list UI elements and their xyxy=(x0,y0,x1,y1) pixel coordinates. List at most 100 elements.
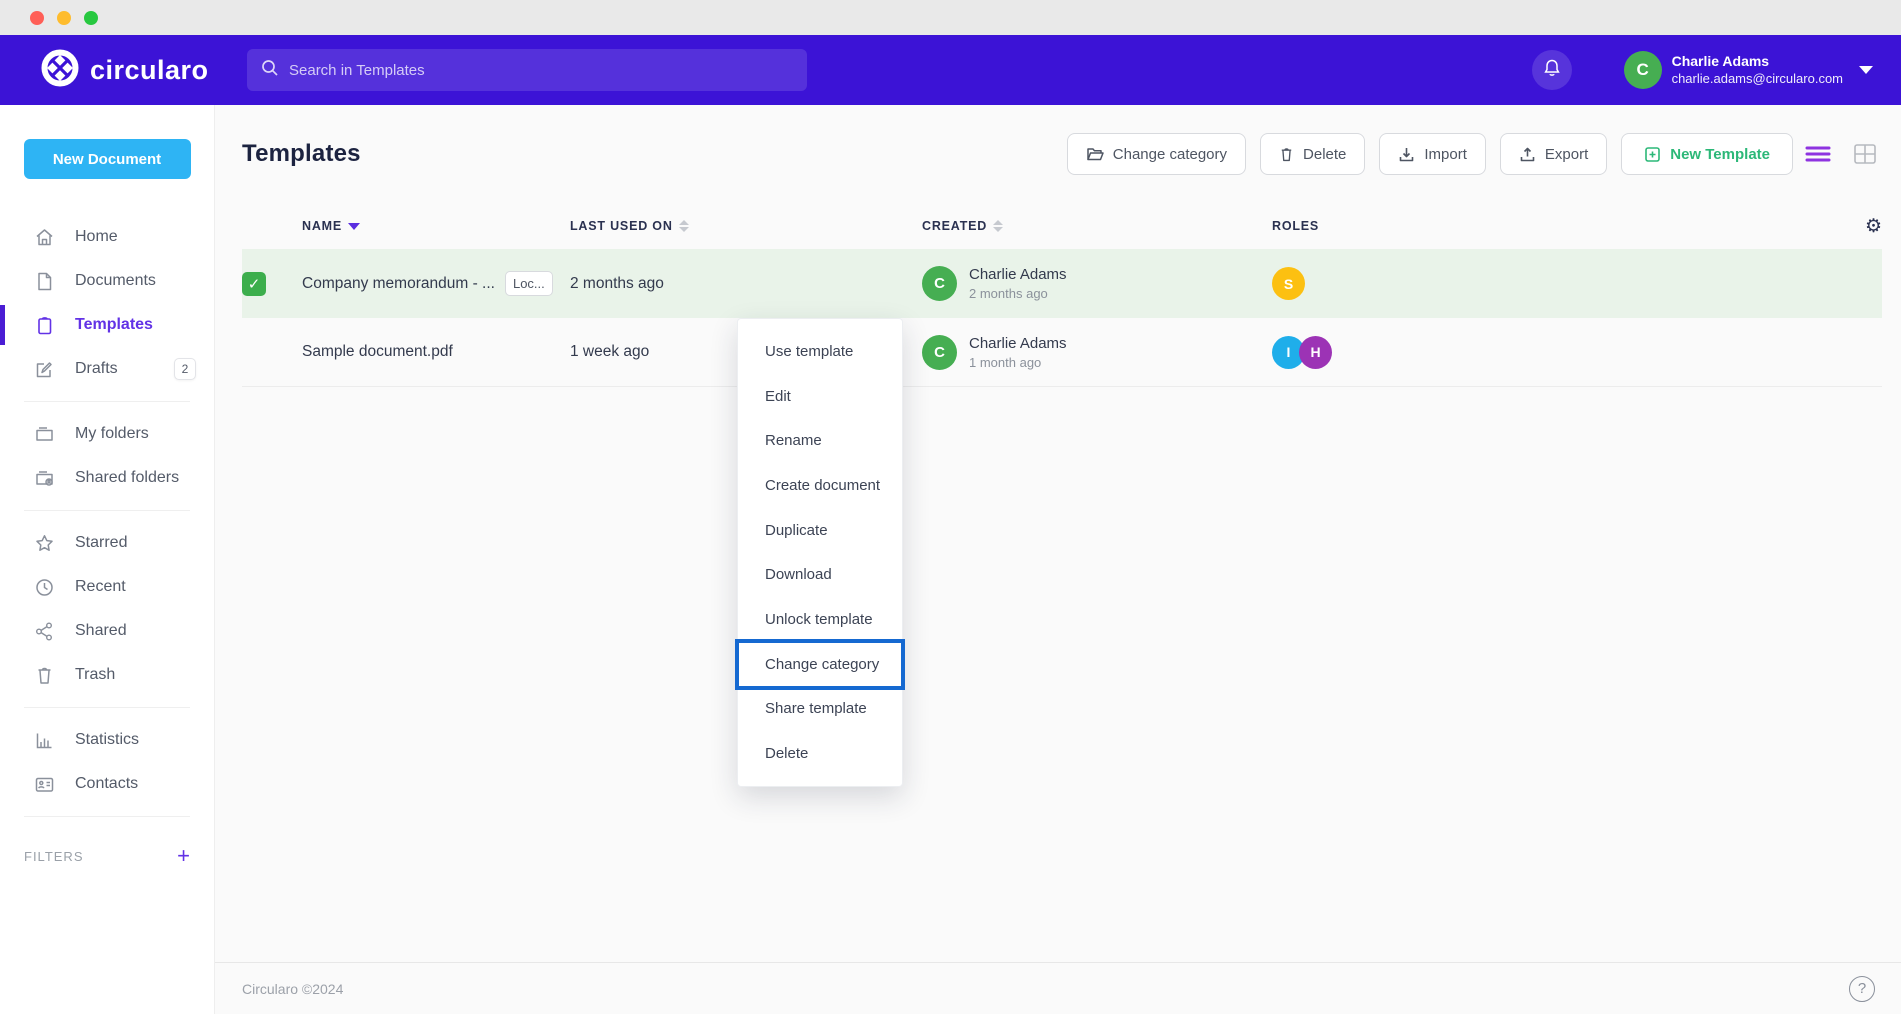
grid-view-icon[interactable] xyxy=(1853,143,1877,165)
context-menu-item-download[interactable]: Download xyxy=(738,552,902,597)
import-icon xyxy=(1398,146,1415,163)
maximize-window-button[interactable] xyxy=(84,11,98,25)
search-icon xyxy=(261,59,279,82)
sidebar-item-statistics[interactable]: Statistics xyxy=(0,718,214,762)
locked-badge: Loc... xyxy=(505,271,553,296)
sidebar-item-starred[interactable]: Starred xyxy=(0,521,214,565)
context-menu-item-rename[interactable]: Rename xyxy=(738,418,902,463)
sidebar-divider xyxy=(24,707,190,708)
column-header-roles: ROLES xyxy=(1272,219,1842,233)
gear-icon[interactable]: ⚙︎ xyxy=(1865,215,1882,238)
copyright-text: Circularo ©2024 xyxy=(242,981,343,997)
user-name: Charlie Adams xyxy=(1672,53,1843,71)
sidebar-item-documents[interactable]: Documents xyxy=(0,259,214,303)
created-cell: C Charlie Adams 1 month ago xyxy=(922,335,1272,370)
sidebar-item-drafts[interactable]: Drafts 2 xyxy=(0,347,214,391)
user-avatar: C xyxy=(1624,51,1662,89)
context-menu-item-use-template[interactable]: Use template xyxy=(738,329,902,374)
logo-wordmark: circularo xyxy=(90,55,209,86)
sort-desc-icon xyxy=(348,223,360,230)
name-cell: Sample document.pdf xyxy=(302,343,570,361)
column-header-last-used[interactable]: LAST USED ON xyxy=(570,219,922,233)
context-menu-item-change-category[interactable]: Change category xyxy=(738,642,902,687)
sidebar-item-label: Starred xyxy=(75,534,127,552)
sidebar-item-label: Templates xyxy=(75,316,153,334)
close-window-button[interactable] xyxy=(30,11,44,25)
circularo-logo-icon xyxy=(40,48,80,93)
sidebar-item-contacts[interactable]: Contacts xyxy=(0,762,214,806)
context-menu-item-duplicate[interactable]: Duplicate xyxy=(738,508,902,553)
template-name: Sample document.pdf xyxy=(302,343,453,361)
change-category-button[interactable]: Change category xyxy=(1067,133,1246,175)
role-avatar[interactable]: H xyxy=(1299,336,1332,369)
sidebar-item-label: Drafts xyxy=(75,360,118,378)
minimize-window-button[interactable] xyxy=(57,11,71,25)
starred-icon xyxy=(33,532,55,554)
new-template-button[interactable]: New Template xyxy=(1621,133,1793,175)
search-box[interactable] xyxy=(247,49,807,91)
context-menu-item-create-document[interactable]: Create document xyxy=(738,463,902,508)
column-label: CREATED xyxy=(922,219,987,233)
trash-icon xyxy=(1279,146,1294,163)
change-category-label: Change category xyxy=(1113,146,1227,163)
table-settings: ⚙︎ xyxy=(1842,215,1882,238)
table-row[interactable]: Sample document.pdf 1 week ago C Charlie… xyxy=(242,318,1882,387)
header-right: C Charlie Adams charlie.adams@circularo.… xyxy=(1532,50,1873,90)
macos-titlebar xyxy=(0,0,1901,35)
add-filter-button[interactable]: + xyxy=(177,845,190,867)
delete-label: Delete xyxy=(1303,146,1346,163)
notifications-button[interactable] xyxy=(1532,50,1572,90)
context-menu-item-delete[interactable]: Delete xyxy=(738,731,902,776)
user-email: charlie.adams@circularo.com xyxy=(1672,71,1843,87)
roles-cell: S xyxy=(1272,267,1842,300)
templates-table: NAME LAST USED ON CREATED ROLES xyxy=(242,203,1882,387)
filters-row: FILTERS + xyxy=(0,827,214,867)
help-button[interactable]: ? xyxy=(1849,976,1875,1002)
export-button[interactable]: Export xyxy=(1500,133,1607,175)
column-header-name[interactable]: NAME xyxy=(302,219,570,233)
template-name: Company memorandum - ... xyxy=(302,275,495,293)
sidebar-divider xyxy=(24,816,190,817)
sidebar-item-shared-folders[interactable]: Shared folders xyxy=(0,456,214,500)
context-menu-item-share-template[interactable]: Share template xyxy=(738,687,902,732)
sidebar-item-recent[interactable]: Recent xyxy=(0,565,214,609)
search-input[interactable] xyxy=(289,62,793,79)
last-used-value: 1 week ago xyxy=(570,343,649,360)
column-label: NAME xyxy=(302,219,342,233)
user-menu[interactable]: C Charlie Adams charlie.adams@circularo.… xyxy=(1624,51,1873,89)
column-label: ROLES xyxy=(1272,219,1319,233)
delete-button[interactable]: Delete xyxy=(1260,133,1365,175)
bell-icon xyxy=(1542,58,1562,83)
context-menu-item-unlock-template[interactable]: Unlock template xyxy=(738,597,902,642)
home-icon xyxy=(33,226,55,248)
circularo-logo[interactable]: circularo xyxy=(40,48,215,93)
drafts-icon xyxy=(33,358,55,380)
sidebar-item-templates[interactable]: Templates xyxy=(0,303,214,347)
page-title: Templates xyxy=(242,140,361,168)
creator-avatar: C xyxy=(922,335,957,370)
row-checkbox-cell: ✓ xyxy=(242,272,302,296)
export-icon xyxy=(1519,146,1536,163)
column-header-created[interactable]: CREATED xyxy=(922,219,1272,233)
contacts-icon xyxy=(33,773,55,795)
sidebar-item-label: Home xyxy=(75,228,118,246)
creator-avatar: C xyxy=(922,266,957,301)
sidebar-item-home[interactable]: Home xyxy=(0,215,214,259)
table-header: NAME LAST USED ON CREATED ROLES xyxy=(242,203,1882,249)
row-checkbox-checked[interactable]: ✓ xyxy=(242,272,266,296)
trash-icon xyxy=(33,664,55,686)
column-label: LAST USED ON xyxy=(570,219,673,233)
import-button[interactable]: Import xyxy=(1379,133,1486,175)
created-time: 1 month ago xyxy=(969,355,1067,370)
sidebar-item-trash[interactable]: Trash xyxy=(0,653,214,697)
sidebar-item-shared[interactable]: Shared xyxy=(0,609,214,653)
drafts-count-badge: 2 xyxy=(174,358,196,380)
last-used-cell: 2 months ago xyxy=(570,275,922,293)
new-document-button[interactable]: New Document xyxy=(24,139,191,179)
sidebar-item-my-folders[interactable]: My folders xyxy=(0,412,214,456)
list-view-icon[interactable] xyxy=(1805,144,1831,164)
sidebar-item-label: Contacts xyxy=(75,775,138,793)
role-avatar[interactable]: S xyxy=(1272,267,1305,300)
table-row[interactable]: ✓ Company memorandum - ... Loc... 2 mont… xyxy=(242,249,1882,318)
context-menu-item-edit[interactable]: Edit xyxy=(738,374,902,419)
